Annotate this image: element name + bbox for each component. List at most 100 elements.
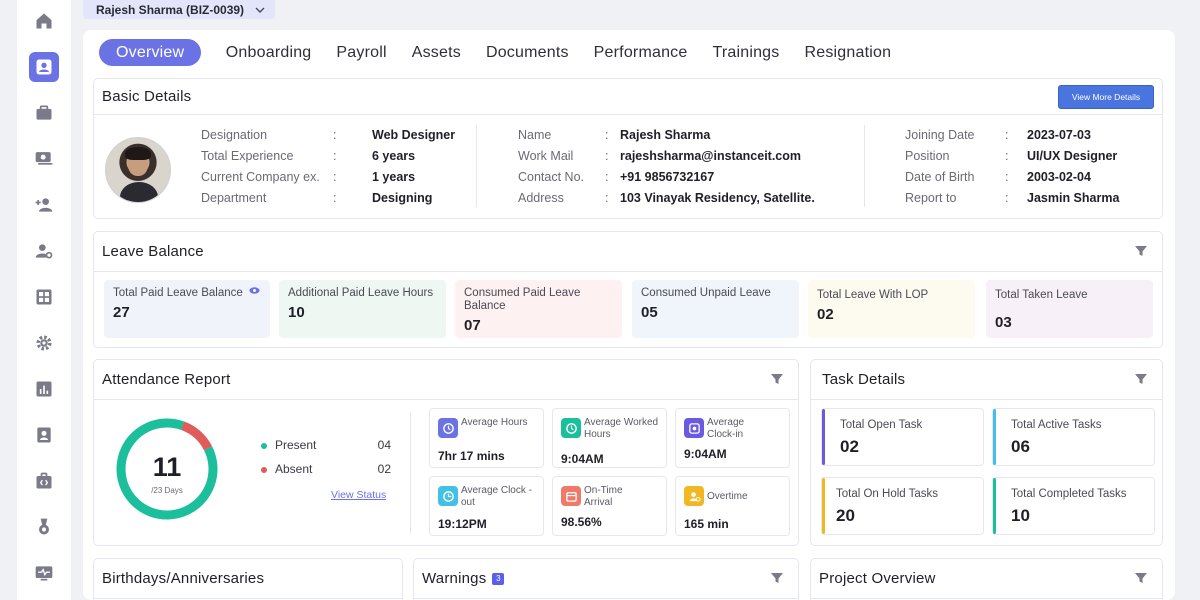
tab-performance[interactable]: Performance bbox=[581, 39, 700, 66]
warnings-title: Warnings 3 bbox=[414, 559, 798, 599]
employee-selector[interactable]: Rajesh Sharma (BIZ-0039) bbox=[83, 0, 275, 19]
attendance-stat: Average Hours 7hr 17 mins bbox=[429, 408, 544, 468]
basic-details-card: Basic Details View More Details Designat… bbox=[93, 78, 1163, 219]
payroll-icon[interactable] bbox=[29, 143, 59, 173]
stat-value: 7hr 17 mins bbox=[438, 449, 505, 463]
filter-icon[interactable] bbox=[770, 372, 784, 386]
bar-chart-icon[interactable] bbox=[29, 374, 59, 404]
contact-label: Contact No. bbox=[518, 169, 585, 184]
leave-balance-title: Leave Balance bbox=[94, 232, 1162, 272]
task-value: 10 bbox=[1011, 506, 1030, 525]
task-label: Total Active Tasks bbox=[1011, 419, 1102, 431]
task-stat: Total On Hold Tasks 20 bbox=[821, 477, 984, 535]
tab-overview[interactable]: Overview bbox=[99, 39, 202, 66]
briefcase-icon[interactable] bbox=[29, 98, 59, 128]
sidebar bbox=[17, 0, 71, 600]
task-label: Total On Hold Tasks bbox=[836, 488, 939, 500]
stat-label: Average Clock-in bbox=[707, 417, 745, 440]
position-value: UI/UX Designer bbox=[1027, 148, 1118, 163]
attendance-report-title-text: Attendance Report bbox=[102, 371, 231, 388]
filter-icon[interactable] bbox=[770, 571, 784, 585]
tab-payroll[interactable]: Payroll bbox=[324, 39, 399, 66]
monitor-activity-icon[interactable] bbox=[29, 558, 59, 588]
leave-item-value: 07 bbox=[464, 317, 481, 334]
leave-item-value: 10 bbox=[288, 304, 305, 321]
attendance-stat: Average Clock -out 19:12PM bbox=[429, 476, 544, 536]
joining-date-value: 2023-07-03 bbox=[1027, 127, 1091, 142]
filter-icon[interactable] bbox=[1134, 571, 1148, 585]
leave-item: Consumed Unpaid Leave 05 bbox=[632, 280, 799, 338]
stat-value: 9:04AM bbox=[684, 447, 727, 461]
calendar-icon bbox=[561, 486, 581, 506]
leave-item-label: Total Leave With LOP bbox=[817, 289, 929, 301]
filter-icon[interactable] bbox=[1134, 372, 1148, 386]
task-details-title-text: Task Details bbox=[822, 371, 906, 388]
task-value: 02 bbox=[840, 437, 859, 456]
position-label: Position bbox=[905, 148, 950, 163]
task-value: 20 bbox=[836, 506, 855, 525]
filter-icon[interactable] bbox=[1134, 244, 1148, 258]
details-column-1: Designation: Web Designer Total Experienc… bbox=[201, 127, 456, 205]
leave-item-value: 02 bbox=[817, 306, 834, 323]
clock-rotate-icon bbox=[438, 418, 458, 438]
award-icon[interactable] bbox=[29, 512, 59, 542]
leave-item-label: Total Taken Leave bbox=[995, 289, 1088, 301]
project-overview-title-text: Project Overview bbox=[819, 570, 936, 587]
tab-resignation[interactable]: Resignation bbox=[792, 39, 904, 66]
details-column-2: Name: Rajesh Sharma Work Mail: rajeshsharm… bbox=[518, 127, 815, 205]
main-area: Rajesh Sharma (BIZ-0039) Overview Onboar… bbox=[83, 0, 1190, 600]
home-icon[interactable] bbox=[29, 6, 59, 36]
contacts-icon[interactable] bbox=[29, 420, 59, 450]
view-more-details-button[interactable]: View More Details bbox=[1058, 85, 1154, 109]
tab-onboarding[interactable]: Onboarding bbox=[213, 39, 324, 66]
name-value: Rajesh Sharma bbox=[620, 127, 711, 142]
project-overview-title: Project Overview bbox=[811, 559, 1162, 599]
dashboard-grid-icon[interactable] bbox=[29, 282, 59, 312]
add-user-icon[interactable] bbox=[29, 190, 59, 220]
attendance-report-card: Attendance Report 11 /23 Days Present 04… bbox=[93, 359, 799, 546]
company-experience-label: Current Company ex. bbox=[201, 169, 320, 184]
leave-item: Additional Paid Leave Hours 10 bbox=[279, 280, 446, 338]
work-mail-value: rajeshsharma@instanceit.com bbox=[620, 148, 802, 163]
basic-details-title: Basic Details bbox=[94, 79, 1162, 115]
leave-item-label: Consumed Unpaid Leave bbox=[641, 287, 771, 299]
content-panel: Overview Onboarding Payroll Assets Docum… bbox=[83, 30, 1175, 600]
attendance-donut-chart: 11 /23 Days bbox=[116, 418, 218, 520]
contact-value: +91 9856732167 bbox=[620, 169, 715, 184]
leave-item-label: Total Paid Leave Balance bbox=[113, 287, 243, 299]
dob-label: Date of Birth bbox=[905, 169, 975, 184]
overtime-icon bbox=[684, 486, 704, 506]
divider bbox=[410, 412, 411, 534]
tab-documents[interactable]: Documents bbox=[473, 39, 581, 66]
user-settings-icon[interactable] bbox=[29, 236, 59, 266]
task-details-card: Task Details Total Open Task 02 Total Ac… bbox=[810, 359, 1163, 546]
stat-value: 9:04AM bbox=[561, 452, 604, 466]
tab-trainings[interactable]: Trainings bbox=[700, 39, 792, 66]
view-status-link[interactable]: View Status bbox=[331, 489, 386, 501]
clock-icon bbox=[561, 418, 581, 438]
task-details-title: Task Details bbox=[811, 360, 1162, 400]
avatar bbox=[105, 137, 171, 203]
company-experience-value: 1 years bbox=[372, 169, 416, 184]
name-label: Name bbox=[518, 127, 552, 142]
gear-icon[interactable] bbox=[29, 328, 59, 358]
code-case-icon[interactable] bbox=[29, 466, 59, 496]
warnings-title-text: Warnings bbox=[422, 570, 487, 587]
divider bbox=[864, 125, 865, 207]
tab-assets[interactable]: Assets bbox=[399, 39, 473, 66]
employee-profile-icon[interactable] bbox=[29, 52, 59, 82]
leave-item: Consumed Paid Leave Balance 07 bbox=[455, 280, 622, 338]
birthdays-title: Birthdays/Anniversaries bbox=[94, 559, 402, 599]
chevron-down-icon bbox=[255, 7, 265, 13]
attendance-report-title: Attendance Report bbox=[94, 360, 798, 400]
task-stat: Total Active Tasks 06 bbox=[992, 408, 1155, 466]
leave-item-value: 05 bbox=[641, 304, 658, 321]
attendance-stat: Overtime 165 min bbox=[675, 476, 790, 536]
eye-icon[interactable] bbox=[249, 285, 260, 296]
address-value: 103 Vinayak Residency, Satellite. bbox=[620, 190, 815, 205]
warnings-card: Warnings 3 bbox=[413, 558, 799, 600]
stat-value: 19:12PM bbox=[438, 517, 487, 531]
experience-value: 6 years bbox=[372, 148, 416, 163]
basic-details-title-text: Basic Details bbox=[102, 88, 192, 105]
designation-value: Web Designer bbox=[372, 127, 456, 142]
